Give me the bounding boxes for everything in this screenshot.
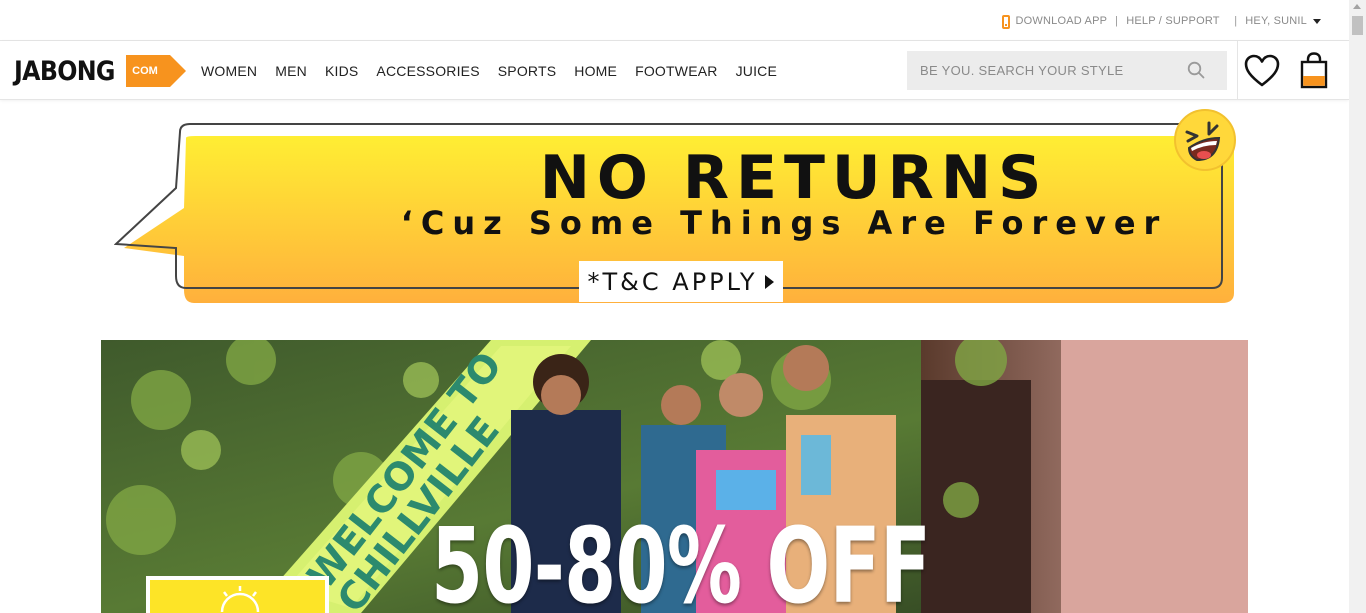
- utility-links: DOWNLOAD APP | HELP / SUPPORT | HEY, SUN…: [1001, 14, 1321, 29]
- scroll-up-arrow-icon[interactable]: [1353, 4, 1361, 9]
- no-returns-banner[interactable]: NO RETURNS ‘Cuz Some Things Are Forever …: [114, 108, 1239, 308]
- utility-bar: DOWNLOAD APP | HELP / SUPPORT | HEY, SUN…: [0, 0, 1349, 41]
- search-input[interactable]: [907, 51, 1167, 90]
- header-divider: [1237, 41, 1238, 100]
- main-header: JABONG COM WOMEN MEN KIDS ACCESSORIES SP…: [0, 41, 1349, 100]
- nav-women[interactable]: WOMEN: [201, 63, 257, 79]
- wishlist-heart-icon[interactable]: [1244, 54, 1280, 88]
- nav-men[interactable]: MEN: [275, 63, 307, 79]
- scroll-thumb[interactable]: [1352, 16, 1363, 35]
- tc-apply-button[interactable]: *T&C APPLY: [579, 261, 783, 302]
- page-scrollbar[interactable]: [1349, 0, 1366, 613]
- separator: |: [1115, 15, 1119, 27]
- search-icon[interactable]: [1187, 61, 1205, 79]
- promo-title: NO RETURNS: [539, 143, 1049, 213]
- nav-sports[interactable]: SPORTS: [498, 63, 557, 79]
- phone-icon: [1001, 15, 1010, 29]
- nav-accessories[interactable]: ACCESSORIES: [376, 63, 479, 79]
- download-app-link[interactable]: DOWNLOAD APP: [1016, 15, 1108, 27]
- hero-offer-text: 50-80% OFF: [431, 505, 931, 613]
- shopping-bag-icon[interactable]: [1300, 52, 1328, 89]
- account-menu[interactable]: HEY, SUNIL: [1245, 15, 1307, 27]
- laughing-emoji-icon: [1174, 109, 1236, 171]
- nav-home[interactable]: HOME: [574, 63, 617, 79]
- sun-badge: [146, 576, 329, 613]
- nav-footwear[interactable]: FOOTWEAR: [635, 63, 717, 79]
- nav-kids[interactable]: KIDS: [325, 63, 358, 79]
- tc-apply-label: *T&C APPLY: [587, 267, 758, 296]
- nav-juice[interactable]: JUICE: [736, 63, 777, 79]
- logo-com-tag: COM: [126, 55, 186, 87]
- promo-subtitle: ‘Cuz Some Things Are Forever: [400, 204, 1168, 242]
- jabong-logo[interactable]: JABONG COM: [14, 55, 186, 87]
- logo-wordmark: JABONG: [14, 55, 115, 87]
- hero-banner[interactable]: WELCOME TO CHILLVILLE 50-80% OFF: [101, 340, 1248, 613]
- search-box: [907, 51, 1227, 90]
- help-support-link[interactable]: HELP / SUPPORT: [1126, 15, 1219, 27]
- play-arrow-icon: [765, 274, 775, 289]
- separator: |: [1227, 15, 1238, 27]
- caret-down-icon[interactable]: [1313, 18, 1321, 24]
- main-nav: WOMEN MEN KIDS ACCESSORIES SPORTS HOME F…: [201, 63, 795, 79]
- sun-icon: [220, 586, 260, 613]
